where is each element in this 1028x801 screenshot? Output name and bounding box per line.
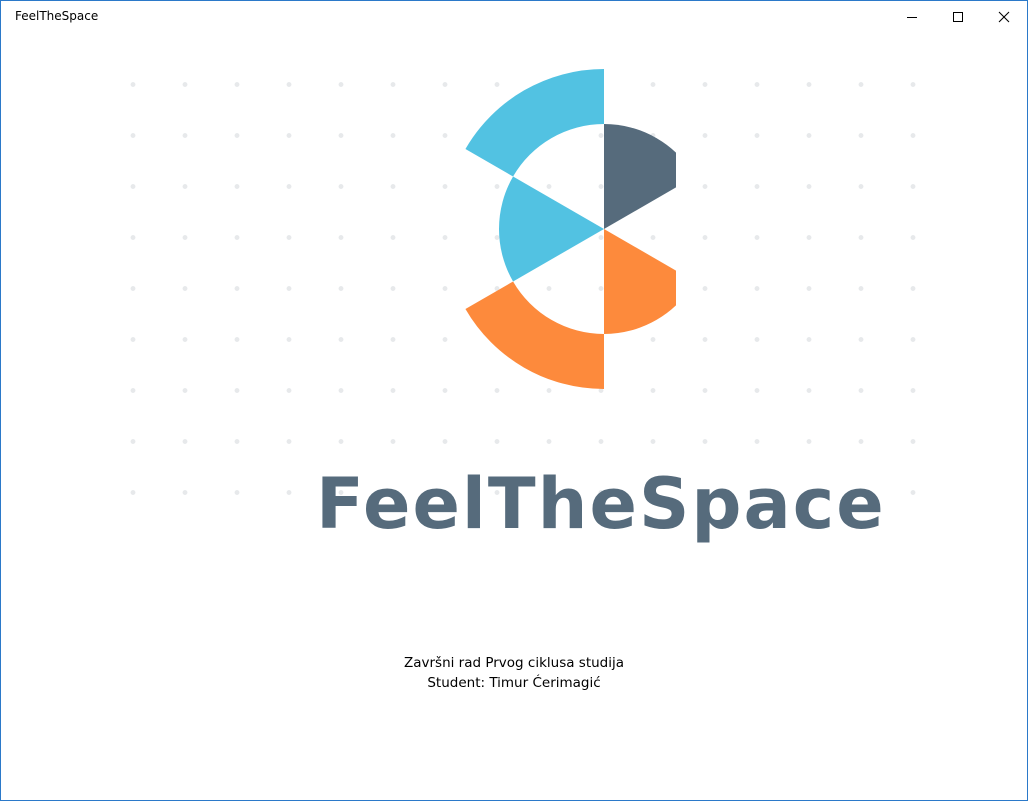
window-title: FeelTheSpace xyxy=(15,9,99,23)
maximize-button[interactable] xyxy=(935,1,981,32)
minimize-button[interactable] xyxy=(889,1,935,32)
blue-outer-arc xyxy=(465,69,604,177)
student-line: Student: Timur Ćerimagić xyxy=(427,675,601,691)
maximize-icon xyxy=(953,11,963,22)
brand-wordmark: FeelTheSpace xyxy=(316,463,886,545)
orange-outer-arc xyxy=(465,281,604,389)
slate-inner-wedge xyxy=(604,124,676,229)
blue-inner-wedge xyxy=(499,176,604,282)
logo-emblem-icon xyxy=(465,69,676,389)
close-icon xyxy=(998,11,1010,22)
minimize-icon xyxy=(907,16,917,18)
thesis-line: Završni rad Prvog ciklusa studija xyxy=(403,655,625,671)
orange-inner-wedge xyxy=(604,229,676,334)
app-window: FeelTheSpace FeelTheSpace Završni rad Pr… xyxy=(0,0,1028,801)
credits: Završni rad Prvog ciklusa studija Studen… xyxy=(1,653,1027,693)
title-bar[interactable]: FeelTheSpace xyxy=(1,1,1027,32)
splash-logo: FeelTheSpace xyxy=(101,51,951,539)
close-button[interactable] xyxy=(981,1,1027,32)
